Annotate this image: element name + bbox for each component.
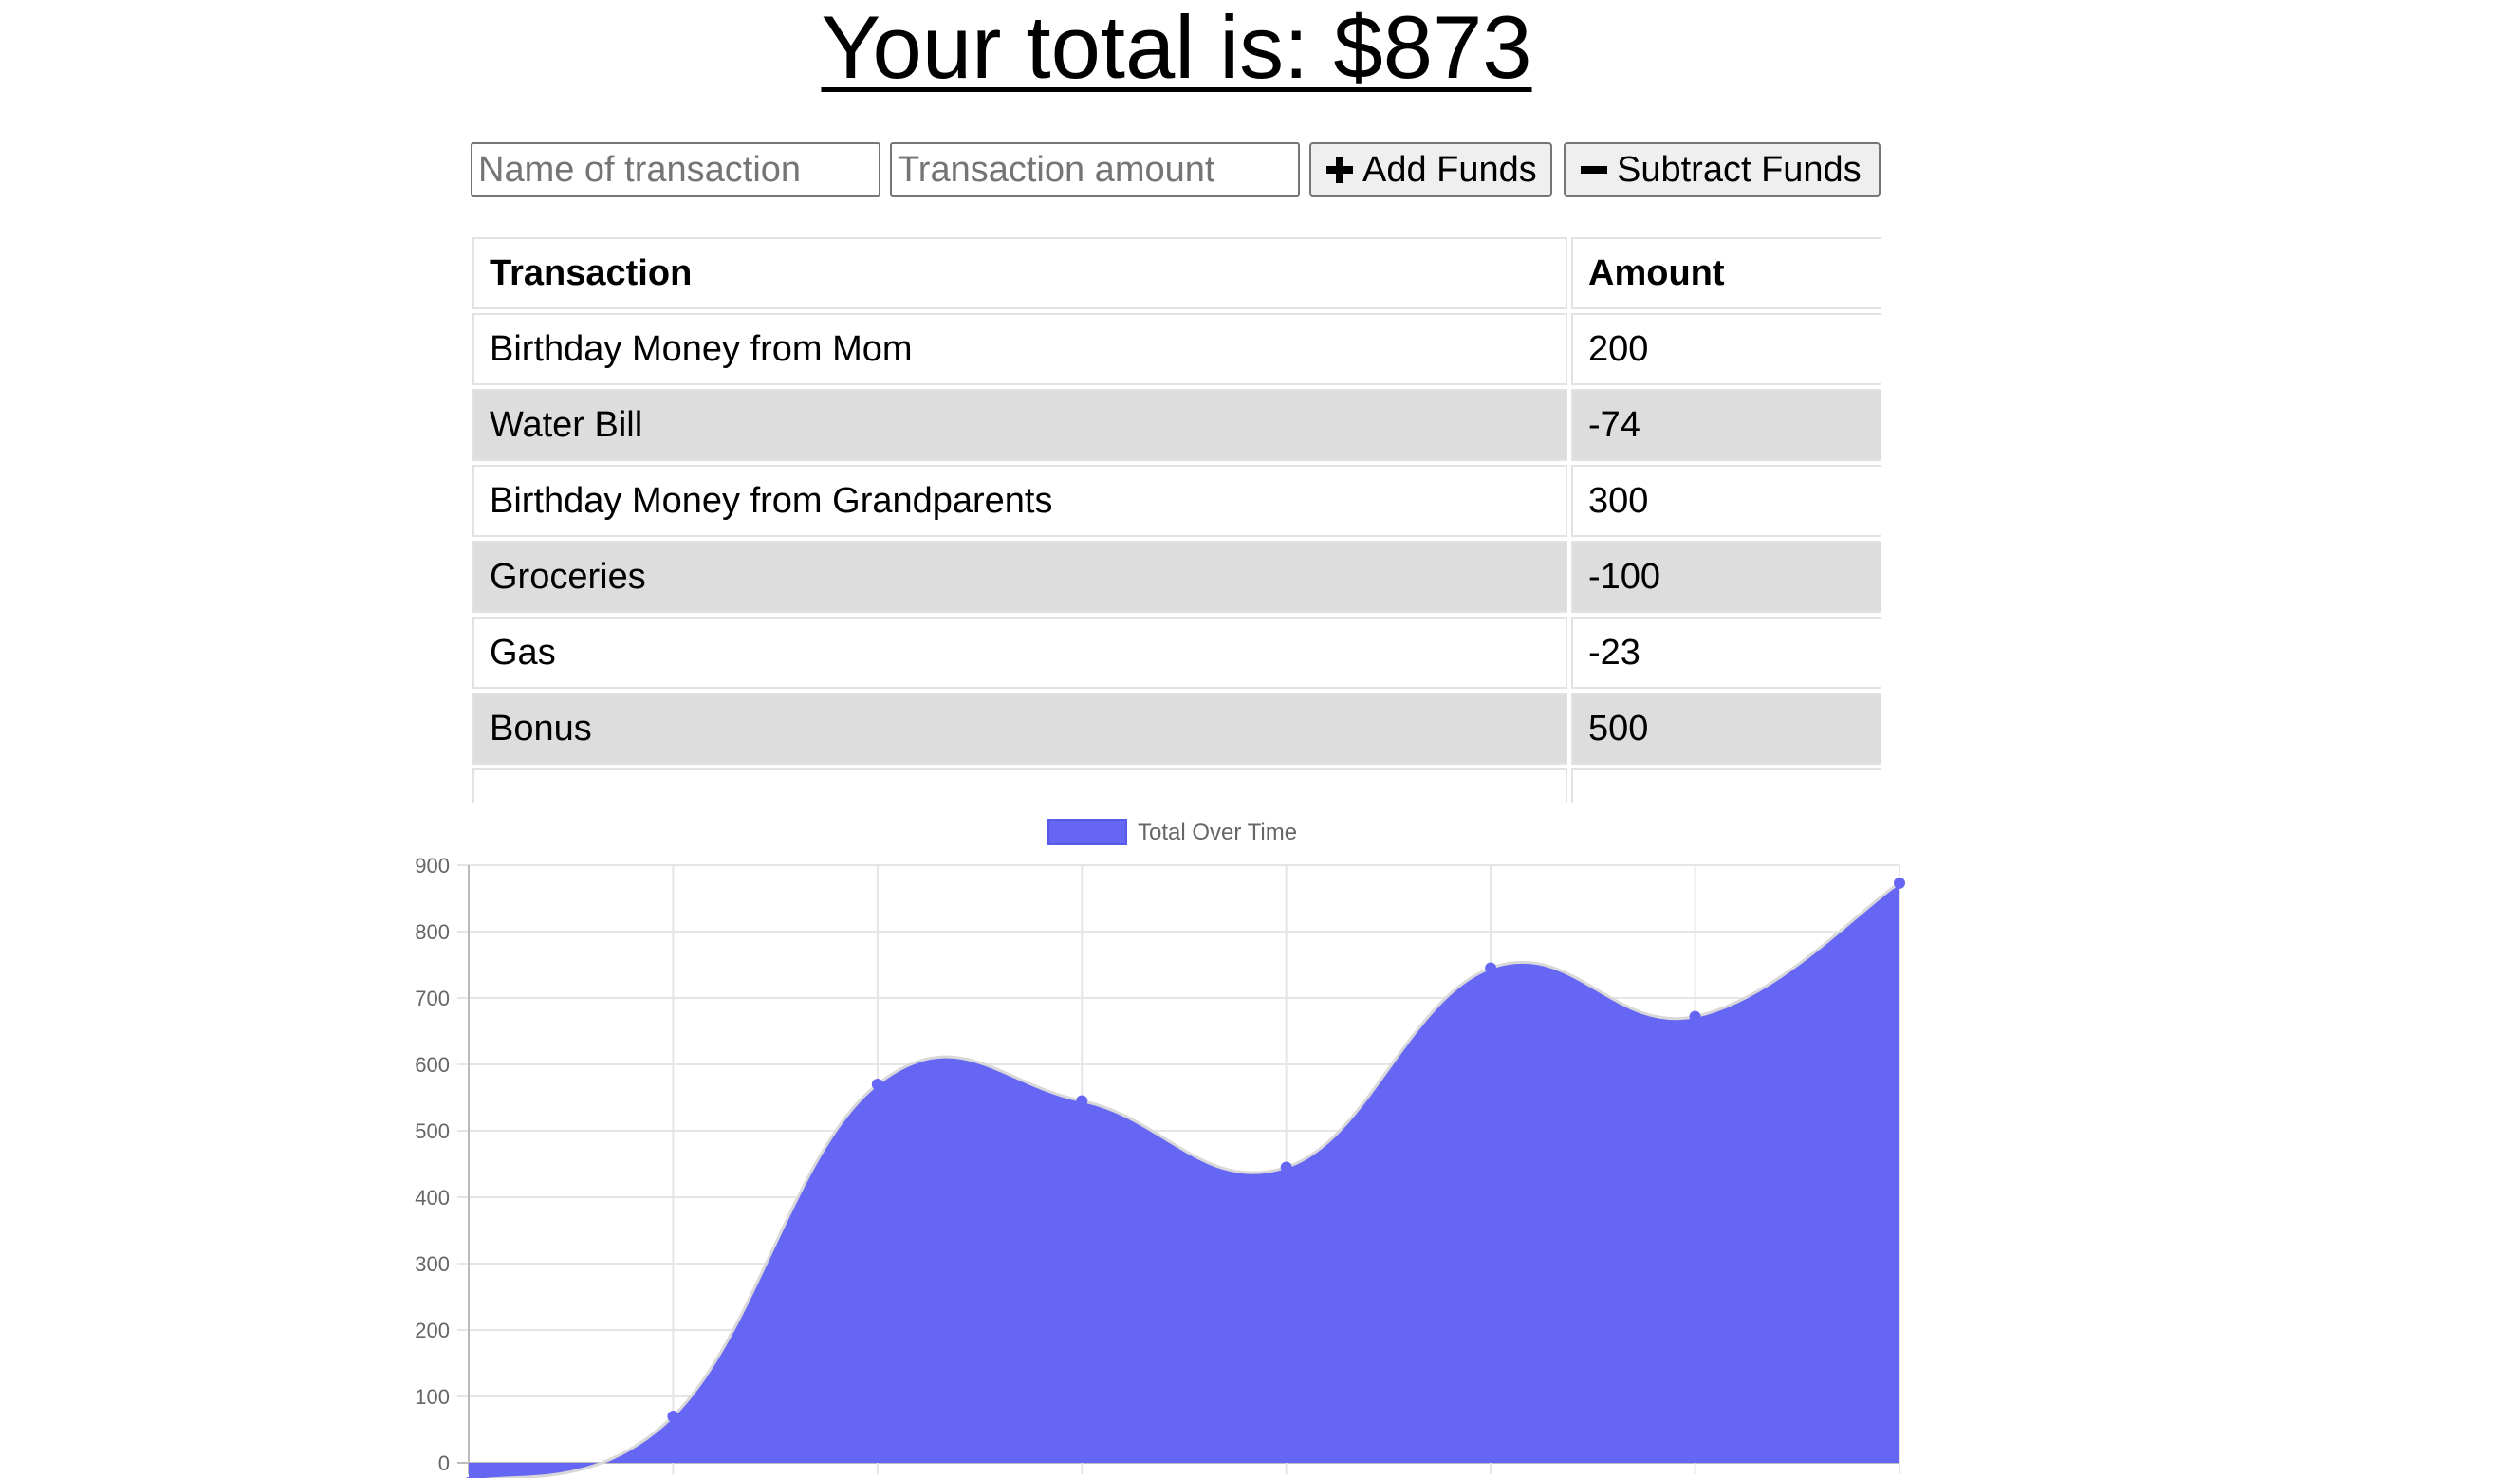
data-point (1076, 1095, 1088, 1107)
y-tick-label: 800 (415, 920, 450, 944)
y-tick-label: 500 (415, 1119, 450, 1143)
data-point (667, 1411, 679, 1422)
y-tick-label: 900 (415, 854, 450, 878)
total-heading: Your total is: $873 (821, 0, 1532, 97)
transaction-name: Gas (472, 617, 1567, 689)
subtract-funds-button[interactable]: Subtract Funds (1564, 142, 1881, 197)
add-funds-button[interactable]: Add Funds (1309, 142, 1552, 197)
add-funds-label: Add Funds (1362, 149, 1537, 190)
header-amount: Amount (1571, 237, 1881, 309)
y-tick-label: 200 (415, 1319, 450, 1342)
y-tick-label: 400 (415, 1186, 450, 1210)
y-tick-label: 700 (415, 987, 450, 1010)
data-point (1485, 962, 1497, 974)
data-point (1894, 877, 1905, 889)
transaction-amount-input[interactable] (890, 142, 1300, 197)
data-point (871, 1079, 883, 1090)
transaction-amount (1571, 768, 1881, 803)
subtract-funds-label: Subtract Funds (1617, 149, 1862, 190)
transaction-name: Bonus (472, 693, 1567, 765)
data-point (1689, 1010, 1701, 1023)
transaction-amount: -100 (1571, 541, 1881, 613)
table-header-row: Transaction Amount (472, 237, 1881, 309)
transaction-name-input[interactable] (471, 142, 880, 197)
table-row: Water Bill -74 (472, 389, 1881, 461)
table-row (472, 768, 1881, 803)
total-over-time-chart: 900 800 700 600 500 400 300 200 100 0 Total Over T… (415, 819, 1905, 1478)
transaction-amount: 200 (1571, 313, 1881, 385)
transaction-name: Water Bill (472, 389, 1567, 461)
transaction-amount: -74 (1571, 389, 1881, 461)
header-transaction: Transaction (472, 237, 1567, 309)
y-tick-label: 0 (438, 1451, 450, 1475)
transaction-name (472, 768, 1567, 803)
y-tick-label: 600 (415, 1053, 450, 1077)
table-row: Birthday Money from Grandparents 300 (472, 465, 1881, 537)
plus-icon (1326, 157, 1353, 183)
legend-swatch (1047, 819, 1127, 845)
transaction-amount: -23 (1571, 617, 1881, 689)
transaction-amount: 500 (1571, 693, 1881, 765)
minus-icon (1581, 166, 1607, 174)
data-point (1280, 1161, 1292, 1173)
y-tick-label: 300 (415, 1252, 450, 1276)
table-row: Groceries -100 (472, 541, 1881, 613)
transactions-table: Transaction Amount Birthday Money from M… (471, 233, 1881, 803)
legend-label: Total Over Time (1138, 820, 1297, 845)
series-area (469, 882, 1899, 1478)
transaction-name: Groceries (472, 541, 1567, 613)
y-tick-label: 100 (415, 1385, 450, 1409)
table-row: Gas -23 (472, 617, 1881, 689)
table-row: Birthday Money from Mom 200 (472, 313, 1881, 385)
transaction-name: Birthday Money from Mom (472, 313, 1567, 385)
transaction-amount: 300 (1571, 465, 1881, 537)
table-row: Bonus 500 (472, 693, 1881, 765)
transactions-table-container[interactable]: Transaction Amount Birthday Money from M… (471, 233, 1881, 803)
transaction-name: Birthday Money from Grandparents (472, 465, 1567, 537)
